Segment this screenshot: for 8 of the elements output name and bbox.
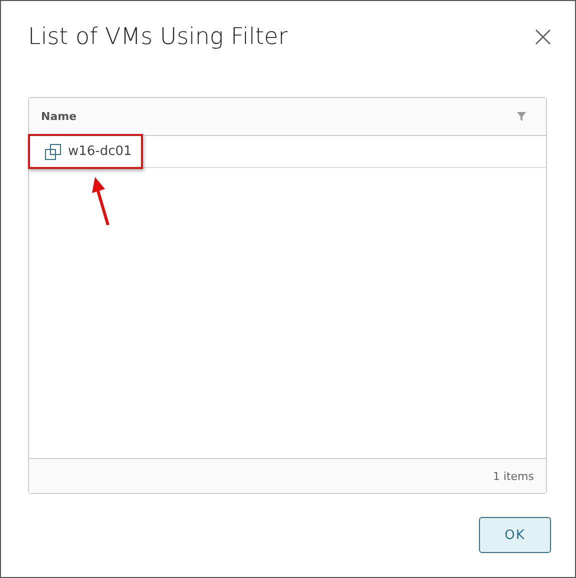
ok-button[interactable]: OK (479, 517, 551, 553)
vm-icon (45, 144, 61, 160)
dialog-title: List of VMs Using Filter (28, 24, 288, 50)
vm-name[interactable]: w16-dc01 (68, 144, 132, 159)
filter-icon[interactable] (517, 112, 526, 121)
close-icon[interactable] (535, 29, 551, 45)
column-header[interactable]: Name (41, 110, 77, 123)
item-count: 1 items (492, 470, 534, 482)
